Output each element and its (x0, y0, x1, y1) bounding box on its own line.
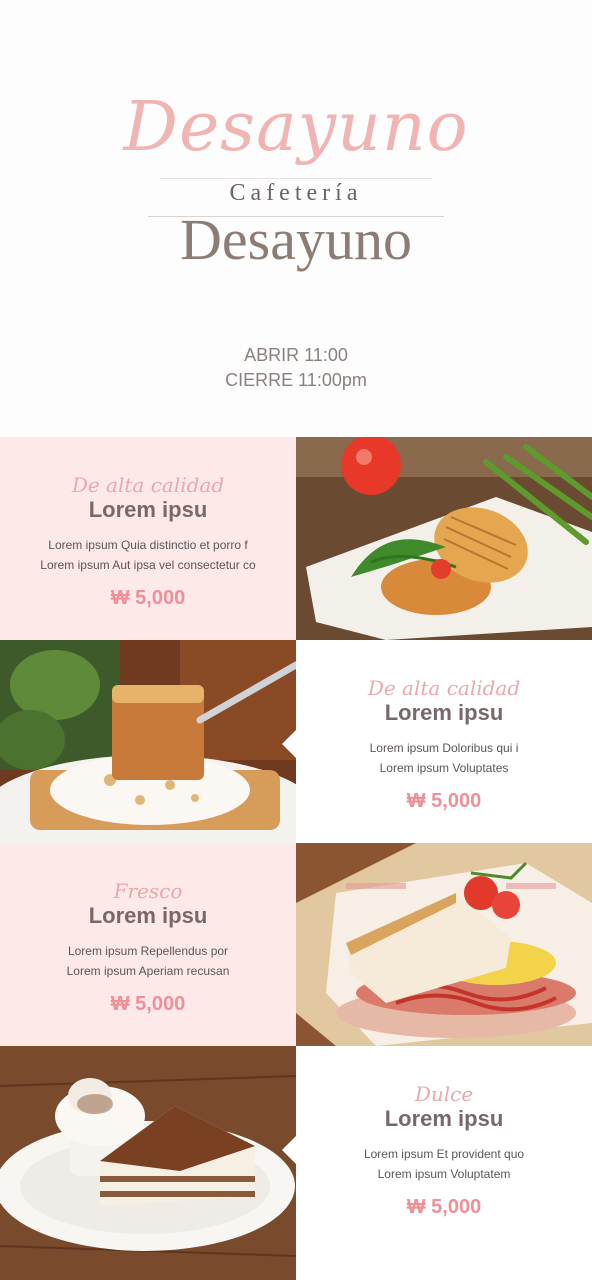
header: Desayuno Cafetería Desayuno ABRIR 11:00 … (0, 0, 592, 437)
desc-line: Lorem ipsum Voluptates (379, 761, 509, 775)
toast-sandwich-photo (296, 437, 592, 640)
menu-item-text: De alta calidad Lorem ipsu Lorem ipsum D… (282, 640, 592, 843)
logo-divider-top (160, 178, 432, 179)
menu-item-1[interactable]: De alta calidad Lorem ipsu Lorem ipsum Q… (0, 437, 592, 640)
menu-item-text: De alta calidad Lorem ipsu Lorem ipsum Q… (0, 437, 296, 640)
desc-line: Lorem ipsum Et provident quo (363, 1147, 525, 1161)
french-toast-photo (0, 640, 296, 843)
desc-line: Lorem ipsum Aut ipsa vel consectetur co (40, 558, 256, 572)
logo-script-text: Desayuno (123, 88, 469, 167)
hours-open: ABRIR 11:00 (244, 345, 348, 365)
item-price: ₩ 5,000 (406, 1196, 482, 1218)
item-title: Lorem ipsu (384, 700, 504, 725)
logo-main-text: Desayuno (180, 207, 412, 272)
menu-item-text: Fresco Lorem ipsu Lorem ipsum Repellendu… (0, 843, 296, 1046)
pointer-notch (282, 1136, 296, 1164)
menu-item-2[interactable]: De alta calidad Lorem ipsu Lorem ipsum D… (0, 640, 592, 843)
item-title: Lorem ipsu (384, 1106, 504, 1131)
menu-item-3[interactable]: Fresco Lorem ipsu Lorem ipsum Repellendu… (0, 843, 592, 1046)
tiramisu-photo (0, 1046, 296, 1280)
logo-subtitle: Cafetería (229, 180, 363, 206)
pointer-notch (282, 730, 296, 758)
item-tagline: De alta calidad (71, 473, 225, 497)
item-price: ₩ 5,000 (110, 993, 186, 1015)
desc-line: Lorem ipsum Quia distinctio et porro f (48, 538, 248, 552)
item-description: Lorem ipsum Doloribus qui i Lorem ipsum … (296, 738, 592, 778)
item-description: Lorem ipsum Et provident quo Lorem ipsum… (296, 1144, 592, 1184)
menu-item-4[interactable]: Dulce Lorem ipsu Lorem ipsum Et providen… (0, 1046, 592, 1280)
item-title: Lorem ipsu (88, 497, 208, 522)
item-tagline: Fresco (113, 879, 183, 903)
desc-line: Lorem ipsum Voluptatem (377, 1167, 511, 1181)
item-tagline: De alta calidad (367, 676, 521, 700)
item-tagline: Dulce (414, 1082, 474, 1106)
menu-item-text: Dulce Lorem ipsu Lorem ipsum Et providen… (282, 1046, 592, 1280)
item-title: Lorem ipsu (88, 903, 208, 928)
hours-close: CIERRE 11:00pm (225, 370, 367, 390)
desc-line: Lorem ipsum Doloribus qui i (369, 741, 519, 755)
item-price: ₩ 5,000 (110, 587, 186, 609)
opening-hours: ABRIR 11:00 CIERRE 11:00pm (0, 343, 592, 393)
item-price: ₩ 5,000 (406, 790, 482, 812)
desc-line: Lorem ipsum Aperiam recusan (66, 964, 230, 978)
item-description: Lorem ipsum Quia distinctio et porro f L… (0, 535, 296, 575)
item-description: Lorem ipsum Repellendus por Lorem ipsum … (0, 941, 296, 981)
bacon-egg-sandwich-photo (296, 843, 592, 1046)
desc-line: Lorem ipsum Repellendus por (67, 944, 229, 958)
